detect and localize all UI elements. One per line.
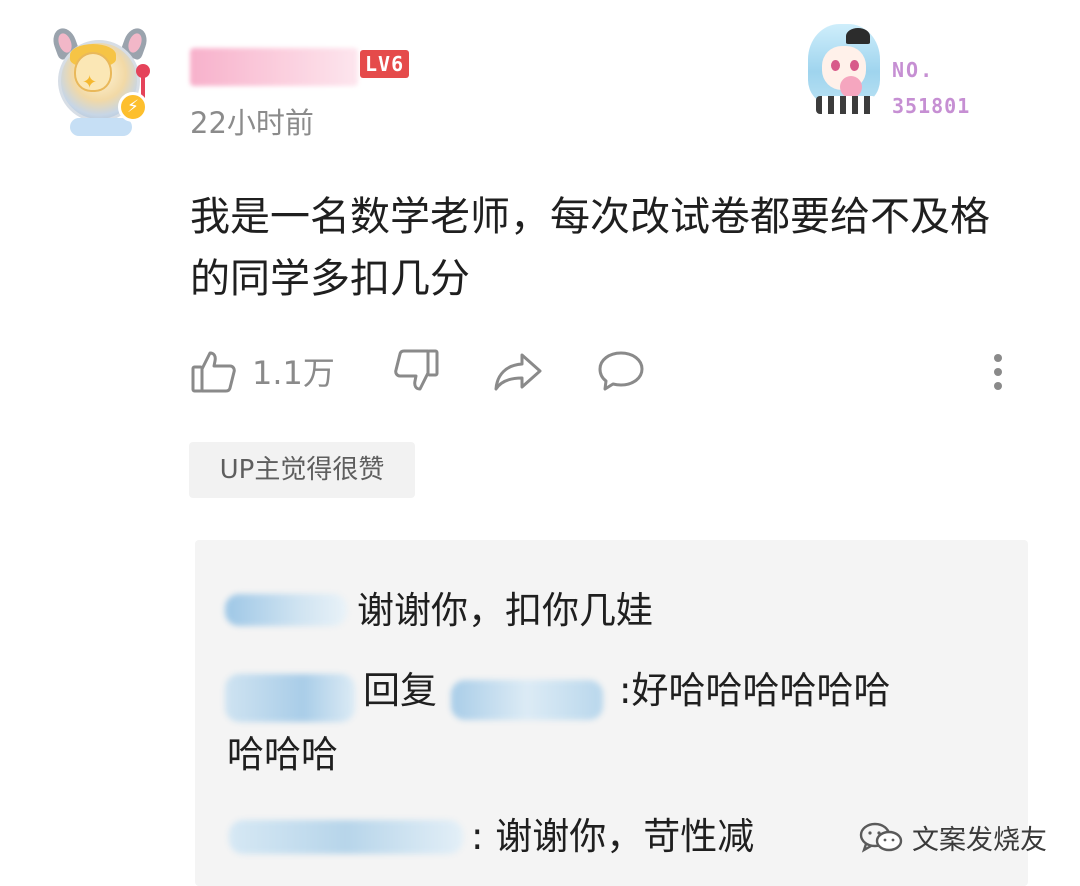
character-dress — [816, 96, 876, 114]
reply-text: : 谢谢你，苛性减 — [471, 815, 755, 858]
fan-badge-character — [798, 16, 890, 114]
character-flower — [840, 76, 862, 98]
sparkle-icon: ✦ — [82, 72, 98, 93]
share-button[interactable] — [492, 346, 544, 396]
thumbs-down-icon — [394, 349, 439, 391]
comment-text: 我是一名数学老师，每次改试卷都要给不及格的同学多扣几分 — [190, 194, 990, 302]
reply-text: :好哈哈哈哈哈哈 — [619, 669, 891, 712]
character-eye-left — [831, 60, 840, 71]
watermark-text: 文案发烧友 — [912, 825, 1047, 856]
like-button[interactable]: 1.1万 — [190, 346, 335, 396]
fan-badge-no-label: NO. — [892, 58, 935, 82]
lightning-icon: ⚡ — [118, 92, 148, 122]
avatar-cloud-decoration — [70, 118, 132, 136]
dislike-button[interactable] — [392, 346, 440, 396]
reply-text-continuation: 哈哈哈 — [227, 733, 338, 776]
character-ribbon — [846, 28, 870, 44]
wechat-icon — [859, 822, 903, 853]
avatar[interactable]: ✦ ⚡ — [40, 22, 160, 142]
more-vertical-icon[interactable] — [984, 350, 1012, 394]
reply-word: 回复 — [363, 669, 437, 712]
share-icon — [494, 353, 542, 391]
reply-button[interactable] — [596, 346, 646, 396]
reply-target-blurred[interactable] — [451, 680, 603, 720]
up-liked-tag: UP主觉得很赞 — [189, 442, 415, 498]
timestamp: 22小时前 — [190, 106, 314, 140]
comment-icon — [598, 351, 644, 391]
fan-badge-number: 351801 — [892, 94, 971, 118]
username-blurred[interactable] — [190, 48, 358, 86]
reply-author-blurred[interactable] — [225, 674, 355, 722]
fan-badge[interactable]: NO. 351801 — [798, 12, 998, 118]
reply-author-blurred[interactable] — [229, 820, 463, 854]
level-badge: LV6 — [360, 50, 410, 78]
reply-author-blurred[interactable] — [225, 594, 347, 626]
reply-text: 谢谢你，扣你几娃 — [357, 589, 653, 632]
character-eye-right — [850, 60, 859, 71]
thumbs-up-icon — [191, 351, 236, 393]
watermark: 文案发烧友 — [858, 818, 1047, 857]
like-count: 1.1万 — [252, 354, 335, 392]
